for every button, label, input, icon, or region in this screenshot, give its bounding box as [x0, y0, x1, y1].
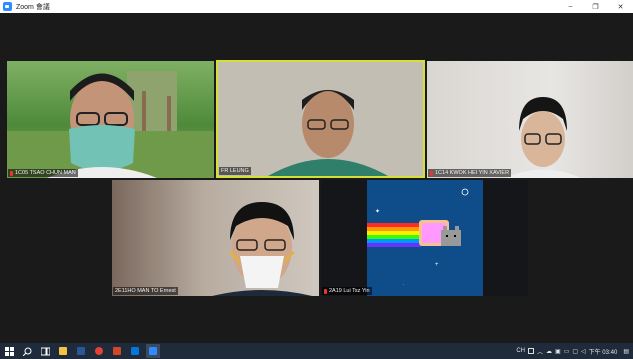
mic-muted-icon — [10, 170, 13, 176]
system-tray: CH ︿ ☁ ▣ ▭ ▢ ◁ 下午 03:40 ▤ — [516, 343, 633, 359]
participant-name-label: 2E11HO MAN TO Ernest — [113, 287, 178, 295]
input-language[interactable]: CH — [516, 348, 525, 354]
participant-video-tile[interactable]: 1C14 KWOK HEI YIN XAVIER — [427, 61, 633, 178]
participant-name-label: 2A19 Lui Tsz Yin — [322, 287, 372, 295]
file-explorer-icon[interactable] — [56, 344, 70, 358]
participant-video-tile[interactable]: 1C05 TSAO CHUN MAN — [7, 61, 214, 178]
svg-text:✦: ✦ — [375, 208, 380, 215]
participant-name: 1C14 KWOK HEI YIN XAVIER — [435, 170, 510, 176]
participant-video-tile[interactable]: ✦ + · 2A19 Lui Tsz Yin — [321, 180, 528, 296]
mic-muted-icon — [324, 288, 327, 294]
chrome-icon[interactable] — [92, 344, 106, 358]
photos-icon[interactable] — [128, 344, 142, 358]
nyan-cat-image: ✦ + · — [367, 180, 483, 296]
participant-video — [7, 71, 214, 178]
restore-button[interactable]: ❐ — [583, 0, 608, 13]
svg-text:·: · — [403, 282, 404, 287]
participant-video-tile[interactable]: 2E11HO MAN TO Ernest — [112, 180, 319, 296]
window-titlebar: Zoom 會議 – ❐ ✕ — [0, 0, 633, 13]
windows-start-icon[interactable] — [2, 344, 16, 358]
participant-video — [505, 97, 581, 178]
svg-text:+: + — [435, 262, 439, 268]
chevron-up-icon[interactable]: ︿ — [537, 347, 543, 356]
video-gallery: 1C05 TSAO CHUN MAN FR LEUNG 1C14 KWOK HE… — [0, 13, 633, 343]
participant-video — [218, 62, 423, 176]
zoom-tray-icon[interactable]: ▣ — [555, 348, 561, 355]
nyan-cat-graphic: ✦ + · — [367, 188, 469, 287]
participant-name-label: 1C05 TSAO CHUN MAN — [8, 169, 78, 177]
minimize-button[interactable]: – — [558, 0, 583, 13]
network-icon[interactable]: ▭ — [564, 348, 570, 355]
powerpoint-icon[interactable] — [110, 344, 124, 358]
windows-taskbar: CH ︿ ☁ ▣ ▭ ▢ ◁ 下午 03:40 ▤ — [0, 343, 633, 359]
window-title: Zoom 會議 — [16, 3, 50, 11]
participant-name-label: FR LEUNG — [219, 167, 251, 175]
participant-video — [212, 202, 312, 296]
search-icon[interactable] — [20, 344, 34, 358]
close-button[interactable]: ✕ — [608, 0, 633, 13]
ime-icon[interactable] — [527, 348, 534, 354]
notification-icon[interactable]: ▤ — [623, 348, 629, 355]
volume-icon[interactable]: ◁ — [581, 348, 586, 355]
participant-name: 2E11HO MAN TO Ernest — [115, 288, 176, 294]
onedrive-icon[interactable]: ☁ — [546, 348, 552, 355]
participant-name: 1C05 TSAO CHUN MAN — [15, 170, 76, 176]
participant-name: FR LEUNG — [221, 168, 249, 174]
participant-name-label: 1C14 KWOK HEI YIN XAVIER — [428, 169, 512, 177]
window-controls: – ❐ ✕ — [558, 0, 633, 13]
taskbar-clock[interactable]: 下午 03:40 — [589, 347, 618, 356]
participant-name: 2A19 Lui Tsz Yin — [329, 288, 370, 294]
zoom-app-icon — [3, 2, 12, 11]
participant-video-tile-active-speaker[interactable]: FR LEUNG — [216, 60, 425, 178]
zoom-icon[interactable] — [146, 344, 160, 358]
mic-muted-icon — [430, 170, 433, 176]
word-icon[interactable] — [74, 344, 88, 358]
task-view-icon[interactable] — [38, 344, 52, 358]
display-icon[interactable]: ▢ — [572, 348, 578, 355]
